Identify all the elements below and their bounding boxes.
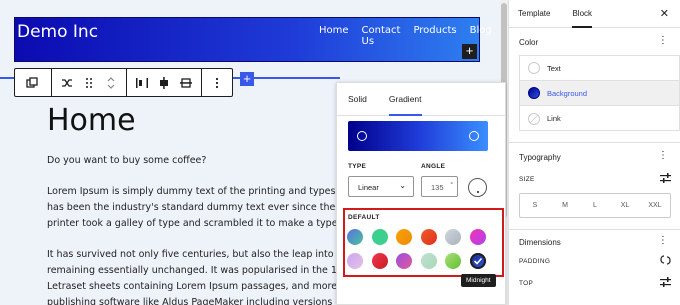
- color-item-text[interactable]: Text: [520, 56, 679, 81]
- divider: [509, 142, 680, 143]
- transform-icon[interactable]: [15, 68, 49, 97]
- gradient-stop-handle[interactable]: [469, 131, 479, 141]
- top-label: TOP: [519, 280, 534, 287]
- color-item-background[interactable]: Background: [520, 81, 679, 106]
- gradient-swatch[interactable]: [445, 229, 461, 245]
- size-option[interactable]: L: [580, 194, 610, 217]
- gradient-swatch[interactable]: [469, 229, 486, 245]
- color-section-title[interactable]: Color: [519, 38, 538, 47]
- drag-handle-icon[interactable]: [78, 69, 100, 96]
- typography-options-icon[interactable]: ⋮: [658, 150, 668, 161]
- sidebar-tabs: Template Block ✕: [509, 0, 680, 28]
- angle-picker-dial[interactable]: [468, 178, 487, 197]
- add-inner-block-button[interactable]: +: [462, 44, 477, 59]
- site-title[interactable]: Demo Inc: [17, 22, 98, 42]
- color-item-label: Text: [547, 63, 561, 73]
- checkmark-icon: [473, 257, 482, 265]
- gradient-swatch[interactable]: [396, 229, 412, 245]
- gradient-swatch[interactable]: [420, 229, 437, 245]
- tooltip: Midnight: [461, 274, 496, 287]
- color-item-label: Link: [547, 114, 561, 123]
- size-option[interactable]: XL: [610, 194, 640, 217]
- angle-unit: °: [450, 182, 453, 189]
- site-header-block[interactable]: Demo Inc Home Contact Us Products Blog +: [14, 17, 492, 62]
- color-indicator: [528, 112, 540, 125]
- gradient-swatch[interactable]: [371, 229, 388, 245]
- type-label: TYPE: [348, 163, 367, 170]
- nav-item-contact[interactable]: Contact Us: [362, 25, 401, 47]
- color-settings-list: Text Background Link: [519, 55, 680, 131]
- move-up-down-icon[interactable]: [100, 69, 122, 96]
- gradient-swatch[interactable]: [347, 253, 363, 269]
- close-icon[interactable]: ✕: [660, 7, 669, 20]
- gradient-swatch[interactable]: [371, 253, 388, 269]
- angle-input[interactable]: 135 °: [421, 176, 458, 197]
- size-option[interactable]: S: [520, 194, 550, 217]
- color-indicator: [528, 87, 540, 99]
- size-label: SIZE: [519, 176, 535, 183]
- gradient-swatch[interactable]: [469, 253, 486, 269]
- paragraph[interactable]: has been the industry's standard dummy t…: [47, 200, 367, 217]
- gradient-stop-handle[interactable]: [357, 131, 367, 141]
- paragraph[interactable]: Do you want to buy some coffee?: [47, 153, 206, 170]
- tab-solid[interactable]: Solid: [348, 83, 367, 116]
- chevron-down-icon: ⌄: [399, 181, 406, 190]
- nav-item-products[interactable]: Products: [413, 25, 456, 47]
- more-options-icon[interactable]: [206, 69, 228, 96]
- paragraph[interactable]: remaining essentially unchanged. It was …: [47, 263, 360, 280]
- page-heading[interactable]: Home: [47, 103, 136, 138]
- gradient-swatch[interactable]: [445, 253, 461, 269]
- popover-tabs: Solid Gradient: [337, 83, 505, 116]
- paragraph[interactable]: printer took a galley of type and scramb…: [47, 216, 363, 233]
- font-size-picker: S M L XL XXL: [519, 193, 671, 218]
- add-block-button[interactable]: +: [240, 72, 254, 86]
- justify-center-icon[interactable]: [153, 69, 175, 96]
- dimensions-options-icon[interactable]: ⋮: [658, 235, 668, 246]
- sliders-icon[interactable]: [660, 173, 671, 186]
- unlink-icon[interactable]: [660, 255, 671, 268]
- color-options-icon[interactable]: ⋮: [658, 35, 668, 46]
- gradient-swatch[interactable]: [396, 253, 412, 269]
- gradient-preview-bar[interactable]: [348, 121, 488, 151]
- divider: [509, 229, 680, 230]
- settings-sidebar: Template Block ✕ Color ⋮ Text Background…: [508, 0, 680, 305]
- nav-item-home[interactable]: Home: [319, 25, 349, 47]
- color-item-link[interactable]: Link: [520, 106, 679, 131]
- dimensions-section-title[interactable]: Dimensions: [519, 238, 561, 247]
- color-item-label: Background: [547, 88, 588, 98]
- gradient-swatch[interactable]: [347, 229, 363, 245]
- block-toolbar: [14, 68, 233, 97]
- angle-value: 135: [431, 183, 444, 192]
- tab-block[interactable]: Block: [572, 0, 593, 28]
- vertical-align-icon[interactable]: [175, 69, 197, 96]
- link-icon[interactable]: [56, 69, 78, 96]
- size-option[interactable]: XXL: [640, 194, 670, 217]
- gradient-swatch[interactable]: [420, 253, 437, 269]
- color-indicator: [528, 62, 540, 74]
- gradient-type-select[interactable]: Linear ⌄: [348, 176, 414, 197]
- paragraph[interactable]: It has survived not only five centuries,…: [47, 247, 364, 264]
- typography-section-title[interactable]: Typography: [519, 153, 561, 162]
- justify-left-icon[interactable]: [131, 69, 153, 96]
- tab-gradient[interactable]: Gradient: [388, 83, 422, 116]
- tab-template[interactable]: Template: [518, 0, 550, 28]
- sliders-icon[interactable]: [660, 277, 671, 290]
- gradient-type-value: Linear: [358, 183, 379, 192]
- paragraph[interactable]: Lorem Ipsum is simply dummy text of the …: [47, 184, 363, 201]
- size-option[interactable]: M: [550, 194, 580, 217]
- angle-label: ANGLE: [421, 163, 446, 170]
- padding-label: PADDING: [519, 258, 551, 265]
